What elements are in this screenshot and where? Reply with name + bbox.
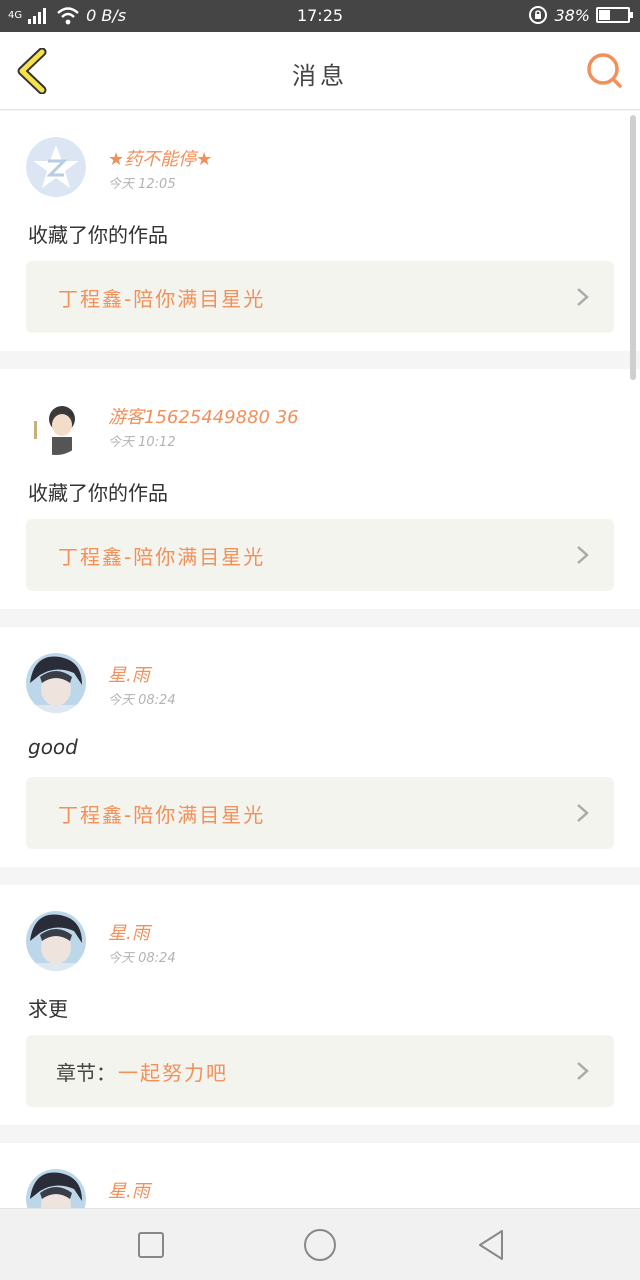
message-feed[interactable]: ★药不能停★ 今天 12:05 收藏了你的作品 丁程鑫-陪你满目星光 游客156… <box>0 111 640 1208</box>
battery-level <box>599 10 610 20</box>
avatar[interactable] <box>26 137 86 197</box>
message-time: 今天 12:05 <box>108 177 176 192</box>
search-icon[interactable] <box>586 52 624 90</box>
work-link[interactable]: 丁程鑫-陪你满目星光 <box>26 777 614 849</box>
message-time: 今天 10:12 <box>108 435 176 450</box>
rotation-lock-icon <box>529 6 548 24</box>
message-card: 游客15625449880 36 今天 10:12 收藏了你的作品 丁程鑫-陪你… <box>0 369 640 609</box>
message-card: ★药不能停★ 今天 12:05 收藏了你的作品 丁程鑫-陪你满目星光 <box>0 111 640 351</box>
username[interactable]: 星.雨 <box>108 661 150 687</box>
user-photo-icon <box>26 1169 86 1208</box>
chevron-right-icon <box>577 804 589 822</box>
scrollbar[interactable] <box>630 115 636 380</box>
default-avatar-icon <box>26 137 86 197</box>
username[interactable]: 游客15625449880 36 <box>108 403 299 429</box>
user-avatar-icon <box>26 395 86 455</box>
work-title: 丁程鑫-陪你满目星光 <box>58 544 266 569</box>
work-link[interactable]: 丁程鑫-陪你满目星光 <box>26 261 614 333</box>
avatar[interactable] <box>26 911 86 971</box>
message-time: 今天 08:24 <box>108 951 176 966</box>
work-link[interactable]: 丁程鑫-陪你满目星光 <box>26 519 614 591</box>
message-card: 星.雨 <box>0 1143 640 1208</box>
message-text: 收藏了你的作品 <box>28 223 168 247</box>
message-card: 星.雨 今天 08:24 good 丁程鑫-陪你满目星光 <box>0 627 640 867</box>
status-bar: 4G 0 B/s 17:25 38% <box>0 0 640 32</box>
avatar[interactable] <box>26 653 86 713</box>
work-link[interactable]: 章节： 一起努力吧 <box>26 1035 614 1107</box>
user-photo-icon <box>26 911 86 971</box>
user-photo-icon <box>26 653 86 713</box>
work-title: 一起努力吧 <box>118 1060 228 1085</box>
work-title: 丁程鑫-陪你满目星光 <box>58 802 266 827</box>
triangle-back-icon[interactable] <box>474 1227 510 1263</box>
username[interactable]: 星.雨 <box>108 919 150 945</box>
app-header: 消息 <box>0 32 640 110</box>
circle-icon[interactable] <box>302 1227 338 1263</box>
battery-icon <box>596 7 633 23</box>
message-card: 星.雨 今天 08:24 求更 章节： 一起努力吧 <box>0 885 640 1125</box>
avatar[interactable] <box>26 395 86 455</box>
square-icon[interactable] <box>133 1227 169 1263</box>
status-right: 38% <box>528 5 633 25</box>
chevron-right-icon <box>577 546 589 564</box>
chevron-right-icon <box>577 288 589 306</box>
username[interactable]: ★药不能停★ <box>108 145 212 171</box>
username[interactable]: 星.雨 <box>108 1177 150 1203</box>
message-text: 收藏了你的作品 <box>28 481 168 505</box>
message-text: good <box>28 735 78 759</box>
work-title: 丁程鑫-陪你满目星光 <box>58 286 266 311</box>
system-nav-bar <box>0 1208 640 1280</box>
chevron-right-icon <box>577 1062 589 1080</box>
message-text: 求更 <box>28 997 68 1021</box>
avatar[interactable] <box>26 1169 86 1208</box>
message-time: 今天 08:24 <box>108 693 176 708</box>
battery-percent: 38% <box>554 5 590 25</box>
work-prefix: 章节： <box>56 1060 116 1085</box>
page-title: 消息 <box>292 62 348 90</box>
